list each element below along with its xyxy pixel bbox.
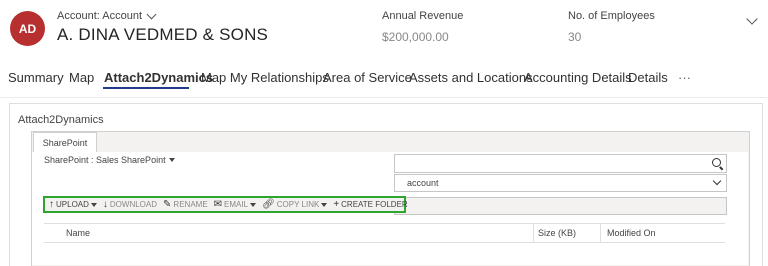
link-icon: 🔗︎ [262, 199, 275, 210]
plus-icon: + [333, 199, 340, 210]
annual-revenue-label: Annual Revenue [382, 10, 464, 22]
tab-bar: Summary Map Attach2Dynamics Map My Relat… [0, 62, 768, 94]
chevron-down-icon [146, 9, 157, 20]
column-modified-on[interactable]: Modified On [607, 228, 656, 238]
sharepoint-site-selector[interactable]: SharePoint : Sales SharePoint [44, 155, 175, 165]
upload-label: UPLOAD [56, 200, 89, 209]
arrow-down-icon: ↓ [102, 199, 108, 210]
active-tab-indicator [103, 87, 189, 89]
record-header: AD Account: Account A. DINA VEDMED & SON… [0, 0, 768, 60]
email-label: EMAIL [224, 200, 249, 209]
section-title: Attach2Dynamics [18, 114, 104, 126]
search-input[interactable] [394, 154, 727, 173]
tab-area-of-service[interactable]: Area of Service [323, 70, 412, 85]
tab-summary[interactable]: Summary [8, 70, 64, 85]
annual-revenue-field: Annual Revenue $200,000.00 [382, 10, 463, 44]
search-icon[interactable] [712, 158, 721, 167]
envelope-icon: ✉ [213, 199, 223, 210]
chevron-down-icon [712, 176, 722, 186]
caret-down-icon [321, 202, 328, 207]
employees-label: No. of Employees [568, 10, 655, 22]
account-avatar: AD [10, 11, 45, 46]
arrow-up-icon: ↑ [49, 199, 54, 210]
employees-value: 30 [568, 30, 582, 44]
create-folder-button[interactable]: + CREATE FOLDER [333, 199, 407, 210]
annual-revenue-value: $200,000.00 [382, 30, 449, 44]
tab-map[interactable]: Map [69, 70, 94, 85]
entity-label: Account: Account [57, 10, 142, 22]
toolbar-background [394, 197, 727, 215]
expand-header-chevron-icon[interactable] [746, 13, 758, 25]
copy-link-label: COPY LINK [276, 200, 320, 209]
more-tabs-button[interactable]: ··· [678, 70, 691, 85]
entity-dropdown[interactable]: account [394, 174, 727, 192]
email-button[interactable]: ✉ EMAIL [213, 199, 257, 210]
caret-down-icon [250, 202, 257, 207]
tab-map-my-relationships[interactable]: Map My Relationships [201, 70, 329, 85]
employees-field: No. of Employees 30 [568, 10, 655, 44]
upload-button[interactable]: ↑ UPLOAD [49, 199, 97, 210]
entity-selector[interactable]: Account: Account [57, 9, 157, 22]
tab-details[interactable]: Details [628, 70, 668, 85]
create-folder-label: CREATE FOLDER [341, 200, 408, 209]
column-divider [533, 224, 534, 242]
tab-attach2dynamics[interactable]: Attach2Dynamics [104, 70, 213, 85]
download-button[interactable]: ↓ DOWNLOAD [103, 199, 157, 210]
divider [0, 97, 768, 98]
account-name: A. DINA VEDMED & SONS [57, 25, 269, 44]
tab-assets-and-locations[interactable]: Assets and Locations [409, 70, 533, 85]
download-label: DOWNLOAD [109, 200, 158, 209]
file-toolbar: ↑ UPLOAD ↓ DOWNLOAD ✎ RENAME ✉ EMAIL 🔗︎ … [43, 196, 408, 213]
column-divider [600, 224, 601, 242]
caret-down-icon [90, 202, 97, 207]
column-size[interactable]: Size (KB) [538, 228, 576, 238]
sharepoint-site-label: SharePoint : Sales SharePoint [44, 155, 166, 165]
entity-dropdown-value: account [407, 178, 439, 188]
tab-accounting-details[interactable]: Accounting Details [524, 70, 632, 85]
column-name[interactable]: Name [66, 228, 90, 238]
tab-sharepoint[interactable]: SharePoint [33, 132, 97, 153]
file-table-header: Name Size (KB) Modified On [44, 223, 725, 243]
rename-label: RENAME [173, 200, 208, 209]
caret-down-icon [168, 158, 175, 162]
copy-link-button[interactable]: 🔗︎ COPY LINK [262, 199, 328, 210]
rename-button[interactable]: ✎ RENAME [163, 199, 208, 210]
pencil-icon: ✎ [163, 199, 172, 210]
